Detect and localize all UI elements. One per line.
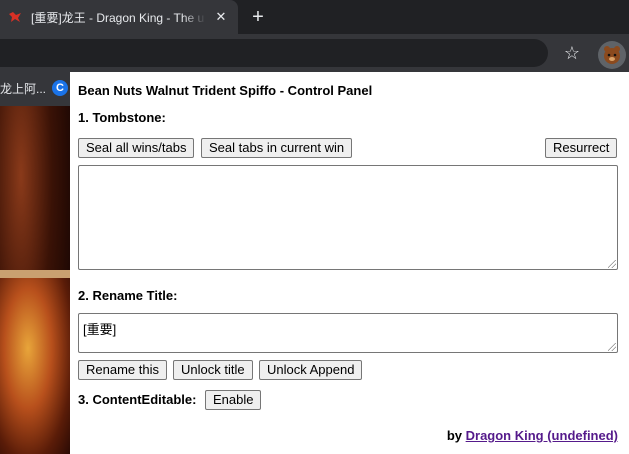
seal-current-window-button[interactable]: Seal tabs in current win	[201, 138, 353, 158]
page-artwork-image	[0, 278, 70, 454]
tombstone-label: 1. Tombstone:	[78, 110, 166, 125]
bear-avatar-icon	[604, 46, 620, 64]
address-bar[interactable]	[0, 39, 548, 67]
resurrect-button[interactable]: Resurrect	[545, 138, 618, 158]
unlock-title-button[interactable]: Unlock title	[173, 360, 253, 380]
contenteditable-label: 3. ContentEditable:	[78, 392, 197, 407]
browser-tab[interactable]: [重要]龙王 - Dragon King - The u ✕	[0, 0, 238, 34]
bookmark-star-icon[interactable]: ☆	[562, 43, 582, 63]
resize-handle-icon[interactable]	[608, 343, 616, 351]
enable-contenteditable-button[interactable]: Enable	[205, 390, 262, 410]
resize-handle-icon[interactable]	[608, 260, 616, 268]
control-panel-popup: Bean Nuts Walnut Trident Spiffo - Contro…	[70, 72, 629, 454]
page-image-divider	[0, 270, 70, 278]
panel-title: Bean Nuts Walnut Trident Spiffo - Contro…	[78, 83, 373, 98]
rename-title-label: 2. Rename Title:	[78, 288, 178, 303]
close-tab-icon[interactable]: ✕	[213, 9, 229, 25]
tab-strip: [重要]龙王 - Dragon King - The u ✕ +	[0, 0, 629, 34]
dragon-favicon-icon	[9, 12, 21, 22]
tab-title: [重要]龙王 - Dragon King - The u	[31, 9, 206, 25]
browser-toolbar: ☆	[0, 34, 629, 72]
unlock-append-button[interactable]: Unlock Append	[259, 360, 363, 380]
seal-all-button[interactable]: Seal all wins/tabs	[78, 138, 195, 158]
bookmarks-bar: 龙上阿... C	[0, 72, 70, 106]
tombstone-textarea[interactable]	[78, 165, 618, 270]
rename-this-button[interactable]: Rename this	[78, 360, 167, 380]
rename-title-value: [重要]	[83, 322, 117, 337]
new-tab-icon[interactable]: +	[248, 7, 268, 27]
author-link[interactable]: Dragon King (undefined)	[466, 428, 618, 443]
footer-by: by	[446, 428, 462, 443]
bookmark-item[interactable]: 龙上阿...	[0, 80, 46, 97]
bookmark-favicon-icon[interactable]: C	[52, 80, 68, 96]
rename-title-textarea[interactable]: [重要]	[78, 313, 618, 353]
extension-icon[interactable]	[598, 41, 626, 69]
footer-credit: by Dragon King (undefined)	[447, 428, 618, 443]
